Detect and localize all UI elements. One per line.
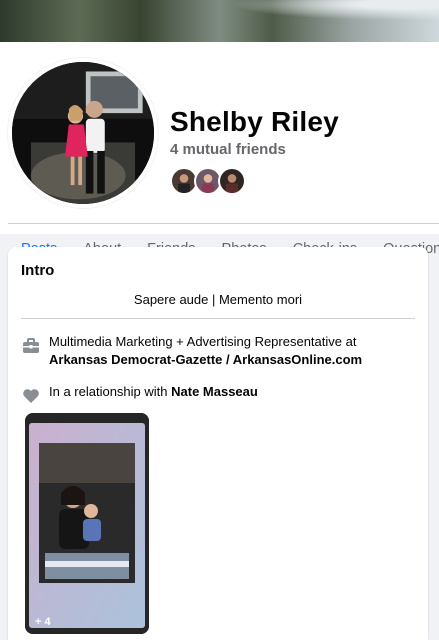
- work-company-link[interactable]: Arkansas Democrat-Gazette / ArkansasOnli…: [49, 352, 362, 367]
- cover-photo[interactable]: [0, 0, 439, 42]
- profile-avatar[interactable]: [8, 58, 158, 208]
- more-photos-count: + 4: [35, 616, 51, 628]
- featured-photo[interactable]: + 4: [25, 413, 149, 634]
- relationship-partner-link[interactable]: Nate Masseau: [171, 384, 258, 399]
- intro-divider: [21, 318, 415, 319]
- profile-header: Shelby Riley 4 mutual friends Posts Abou…: [0, 42, 439, 275]
- header-divider: [8, 223, 439, 224]
- profile-name: Shelby Riley: [170, 106, 339, 137]
- intro-work-row: Multimedia Marketing + Advertising Repre…: [21, 333, 416, 369]
- intro-relationship-text: In a relationship with Nate Masseau: [49, 383, 258, 406]
- intro-card: Intro Sapere aude | Memento mori Multime…: [8, 247, 428, 640]
- work-title: Multimedia Marketing + Advertising Repre…: [49, 334, 357, 349]
- mutual-friend-avatar[interactable]: [218, 167, 246, 195]
- profile-photo-image: [12, 62, 154, 204]
- intro-bio: Sapere aude | Memento mori: [133, 292, 303, 307]
- mutual-friends-count[interactable]: 4 mutual friends: [170, 141, 286, 158]
- relationship-status: In a relationship with: [49, 384, 172, 399]
- intro-title: Intro: [21, 262, 55, 279]
- intro-relationship-row: In a relationship with Nate Masseau: [21, 383, 416, 406]
- heart-icon: [23, 389, 39, 403]
- intro-work-text: Multimedia Marketing + Advertising Repre…: [49, 333, 416, 369]
- briefcase-icon: [23, 338, 39, 353]
- mutual-friends-avatars: [170, 167, 246, 195]
- featured-photo-image: [25, 413, 149, 634]
